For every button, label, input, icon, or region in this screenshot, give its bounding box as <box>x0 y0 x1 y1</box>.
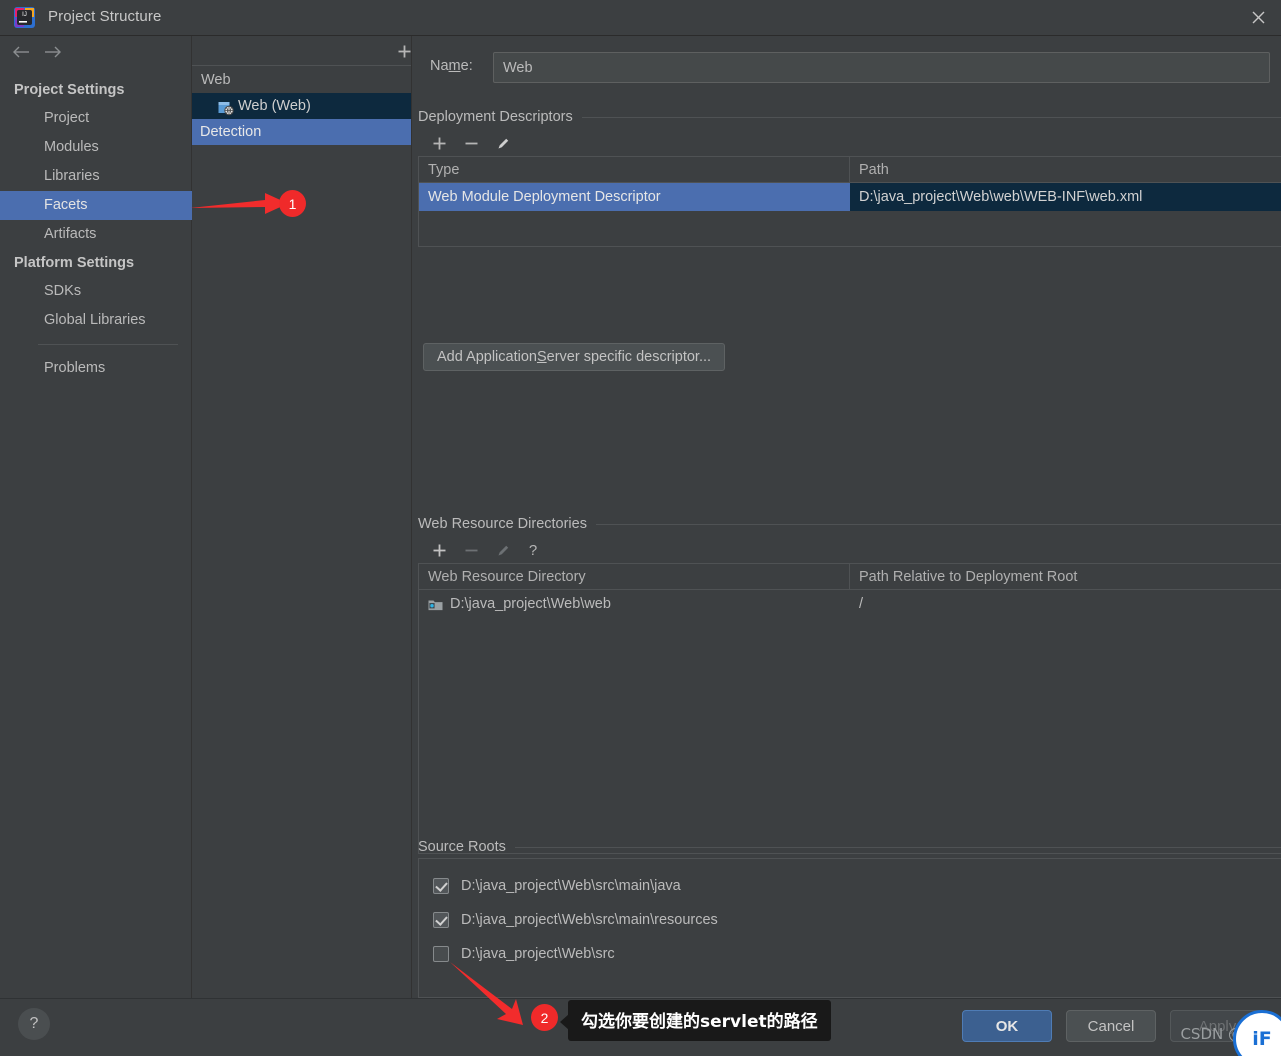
column-header-type[interactable]: Type <box>419 157 850 182</box>
name-label: Name: <box>430 58 473 74</box>
source-root-label: D:\java_project\Web\src\main\resources <box>461 912 718 928</box>
button-label-part1: Add Application <box>437 349 537 365</box>
annotation-badge-1: 1 <box>279 190 306 217</box>
settings-sidebar: Project Settings Project Modules Librari… <box>0 36 192 998</box>
source-roots-list: D:\java_project\Web\src\main\java D:\jav… <box>418 858 1281 998</box>
add-resource-dir-button[interactable] <box>426 539 452 561</box>
tree-row-detection[interactable]: Detection <box>192 119 411 145</box>
project-structure-dialog: IJ Project Structure Project Settings Pr… <box>0 0 1281 1056</box>
close-icon[interactable] <box>1235 0 1281 35</box>
group-title-text: Deployment Descriptors <box>418 109 573 125</box>
group-title-text: Source Roots <box>418 839 506 855</box>
add-descriptor-button[interactable] <box>426 132 452 154</box>
sidebar-group-project-settings: Project Settings <box>14 82 125 98</box>
cancel-button[interactable]: Cancel <box>1066 1010 1156 1042</box>
group-title-rule <box>595 523 1281 525</box>
source-root-label: D:\java_project\Web\src\main\java <box>461 878 681 894</box>
sidebar-item-facets[interactable]: Facets <box>0 191 192 220</box>
source-root-item[interactable]: D:\java_project\Web\src\main\resources <box>419 903 1281 937</box>
sidebar-group-platform-settings: Platform Settings <box>14 255 135 271</box>
group-title-rule <box>581 116 1281 118</box>
folder-icon <box>428 598 443 611</box>
sidebar-item-project[interactable]: Project <box>0 104 192 133</box>
facet-toolbar <box>192 36 441 66</box>
sidebar-item-artifacts[interactable]: Artifacts <box>0 220 192 249</box>
source-roots-group-title: Source Roots <box>418 838 1281 856</box>
name-label-part2: e: <box>460 58 473 74</box>
button-label-mnemonic: S <box>536 349 547 365</box>
arrow-left-icon[interactable] <box>10 42 32 62</box>
remove-resource-dir-button[interactable] <box>458 539 484 561</box>
title-bar: IJ Project Structure <box>0 0 1281 36</box>
intellij-idea-icon: IJ <box>14 7 35 28</box>
column-header-relative-path[interactable]: Path Relative to Deployment Root <box>850 564 1281 589</box>
tree-item-label: Web (Web) <box>238 98 311 114</box>
cell-path: D:\java_project\Web\web\WEB-INF\web.xml <box>850 183 1281 211</box>
annotation-badge-2: 2 <box>531 1004 558 1031</box>
sidebar-item-libraries[interactable]: Libraries <box>0 162 192 191</box>
source-root-checkbox[interactable] <box>433 878 449 894</box>
sidebar-navigation <box>0 36 192 68</box>
tree-row-web-facet[interactable]: Web (Web) <box>192 93 411 119</box>
web-resource-directories-table: Web Resource Directory Path Relative to … <box>418 563 1281 854</box>
help-icon[interactable]: ? <box>18 1008 50 1040</box>
source-root-checkbox[interactable] <box>433 946 449 962</box>
web-resource-directories-group-title: Web Resource Directories <box>418 515 1281 533</box>
remove-descriptor-button[interactable] <box>458 132 484 154</box>
svg-text:IJ: IJ <box>22 12 27 18</box>
annotation-tooltip: 勾选你要创建的servlet的路径 <box>560 1000 831 1041</box>
deployment-descriptors-toolbar <box>418 128 1281 157</box>
name-label-mnemonic: m <box>448 58 461 74</box>
table-row[interactable]: Web Module Deployment Descriptor D:\java… <box>419 183 1281 211</box>
edit-resource-dir-pencil-icon[interactable] <box>490 539 516 561</box>
cell-text: D:\java_project\Web\web <box>450 596 611 612</box>
tree-row-module[interactable]: Web <box>192 67 411 93</box>
deployment-descriptors-group-title: Deployment Descriptors <box>418 108 1281 126</box>
name-label-part1: Na <box>430 58 449 74</box>
column-header-path[interactable]: Path <box>850 157 1281 182</box>
sidebar-item-modules[interactable]: Modules <box>0 133 192 162</box>
arrow-right-icon[interactable] <box>42 42 64 62</box>
deployment-descriptors-table: Type Path Web Module Deployment Descript… <box>418 156 1281 247</box>
help-resource-dir-icon[interactable]: ? <box>520 539 546 561</box>
facet-tree: Web Web (Web) Detection <box>192 67 411 145</box>
column-header-web-resource-directory[interactable]: Web Resource Directory <box>419 564 850 589</box>
table-header-row: Type Path <box>419 157 1281 183</box>
sidebar-item-sdks[interactable]: SDKs <box>0 277 192 306</box>
sidebar-item-global-libraries[interactable]: Global Libraries <box>0 306 192 335</box>
facet-tree-panel: Web Web (Web) Detection <box>192 36 441 998</box>
tree-item-label: Detection <box>200 124 262 140</box>
name-input[interactable] <box>493 52 1270 83</box>
cell-web-resource-directory: D:\java_project\Web\web <box>419 590 850 618</box>
ok-button[interactable]: OK <box>962 1010 1052 1042</box>
source-root-checkbox[interactable] <box>433 912 449 928</box>
tree-item-label: Web <box>201 72 231 88</box>
table-row[interactable]: D:\java_project\Web\web / <box>419 590 1281 618</box>
edit-descriptor-pencil-icon[interactable] <box>490 132 516 154</box>
source-root-label: D:\java_project\Web\src <box>461 946 615 962</box>
sidebar-divider <box>38 344 178 345</box>
name-row: Name: <box>418 52 1274 83</box>
web-facet-icon <box>218 99 234 115</box>
cell-relative-path: / <box>859 596 864 612</box>
sidebar-items: Project Settings Project Modules Librari… <box>0 76 192 383</box>
page-title: Project Structure <box>48 8 162 25</box>
group-title-text: Web Resource Directories <box>418 516 587 532</box>
table-header-row: Web Resource Directory Path Relative to … <box>419 564 1281 590</box>
add-application-server-descriptor-button[interactable]: Add Application Server specific descript… <box>423 343 726 371</box>
button-label-part2: erver specific descriptor... <box>546 349 712 365</box>
facet-details-panel: Name: Deployment Descriptors <box>412 36 1281 998</box>
group-title-rule <box>514 846 1281 848</box>
sidebar-item-problems[interactable]: Problems <box>0 354 192 383</box>
source-root-item[interactable]: D:\java_project\Web\src\main\java <box>419 869 1281 903</box>
web-resource-directories-toolbar: ? <box>418 535 1281 564</box>
cell-type: Web Module Deployment Descriptor <box>419 183 850 211</box>
source-root-item[interactable]: D:\java_project\Web\src <box>419 937 1281 971</box>
